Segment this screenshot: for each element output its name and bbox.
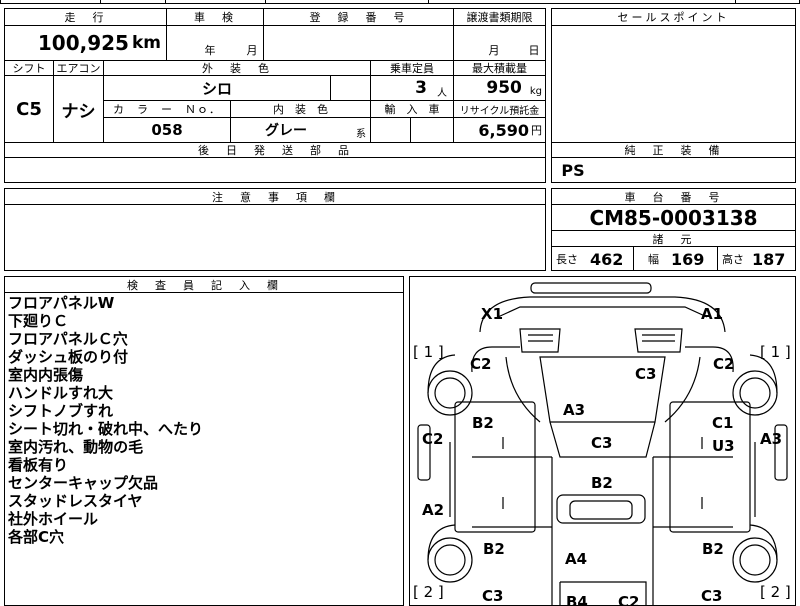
inspector-note: シフトノブすれ — [8, 402, 114, 420]
transfer-day-unit: 日 — [528, 44, 540, 57]
spec-width-cell: 幅 169 — [634, 247, 717, 271]
max-load-value: 950 — [486, 78, 522, 98]
transfer-doc-header: 譲渡書類期限 — [466, 11, 533, 24]
mileage-header: 走 行 — [64, 11, 107, 24]
inspection-month-unit: 月 — [246, 44, 258, 57]
interior-color-header: 内 装 色 — [273, 103, 328, 116]
bracket-right-2: [ 2 ] — [760, 583, 791, 601]
aircon-value: ナシ — [61, 101, 96, 122]
genuine-equipment-value: PS — [561, 160, 585, 180]
spec-height-value: 187 — [752, 249, 786, 269]
damage-mark-c3-bottom-left: C3 — [482, 587, 504, 605]
damage-mark-a3-center: A3 — [563, 401, 586, 419]
damage-mark-b2-rear-left: B2 — [483, 540, 505, 558]
capacity-value: 3 — [415, 78, 427, 98]
damage-mark-b2-rear-right: B2 — [702, 540, 724, 558]
vehicle-diagram: [ 1 ] [ 1 ] [ 2 ] [ 2 ] X1 A1 C2 C2 C3 A… — [409, 276, 796, 606]
recycle-fee-value: 6,590 — [478, 120, 529, 140]
chassis-value: CM85-0003138 — [589, 205, 758, 230]
damage-mark-c3-bottom-right: C3 — [701, 587, 723, 605]
spec-height-cell: 高さ 187 — [718, 247, 795, 271]
capacity-header: 乗車定員 — [390, 62, 434, 75]
damage-mark-a3-right-side: A3 — [760, 430, 783, 448]
genuine-equipment-header: 純 正 装 備 — [624, 144, 723, 157]
spec-length-value: 462 — [590, 249, 624, 269]
capacity-unit: 人 — [437, 87, 447, 99]
inspector-note: 社外ホイール — [8, 510, 99, 528]
top-strip — [0, 0, 800, 4]
capacity-value-cell: 3 人 — [371, 76, 453, 100]
damage-mark-b2-left-door: B2 — [472, 414, 494, 432]
inspection-year-unit: 年 — [204, 44, 216, 57]
inspector-note: 看板有り — [8, 456, 69, 474]
chassis-header: 車 台 番 号 — [624, 190, 723, 204]
damage-mark-c2-front-left: C2 — [470, 355, 492, 373]
spec-height-label: 高さ — [722, 253, 744, 266]
exterior-color-header: 外 装 色 — [202, 62, 272, 75]
bracket-left-1: [ 1 ] — [413, 343, 444, 361]
inspector-note: 室内汚れ、動物の毛 — [8, 438, 144, 456]
specs-header: 諸 元 — [652, 232, 695, 246]
inspector-note: センターキャップ欠品 — [8, 474, 159, 492]
color-no-value: 058 — [151, 121, 183, 139]
import-car-header: 輸 入 車 — [384, 103, 440, 116]
max-load-value-cell: 950 kg — [454, 76, 545, 100]
inspector-note: ハンドルすれ大 — [8, 384, 114, 402]
inspector-note: シート切れ・破れ中、へたり — [8, 420, 204, 438]
inspector-note: 下廻りＣ — [8, 312, 69, 330]
exterior-color-value: シロ — [201, 79, 232, 98]
inspector-note: スタッドレスタイヤ — [8, 492, 143, 510]
shift-header: シフト — [12, 62, 46, 75]
mileage-unit: km — [131, 33, 161, 53]
sales-point-header: セールスポイント — [617, 11, 730, 24]
recycle-fee-value-cell: 6,590 円 — [454, 118, 545, 142]
inspector-note: 各部C穴 — [8, 528, 65, 546]
cautions-header: 注 意 事 項 欄 — [212, 190, 338, 204]
damage-mark-c1-right: C1 — [712, 414, 734, 432]
transfer-month-unit: 月 — [488, 44, 500, 57]
inspector-note: 室内内張傷 — [8, 366, 84, 384]
spec-length-cell: 長さ 462 — [552, 247, 633, 271]
spec-width-label: 幅 — [648, 253, 659, 266]
inspector-notes: フロアパネルW 下廻りＣ フロアパネルＣ穴 ダッシュ板のり付 室内内張傷 ハンド… — [8, 294, 398, 546]
inspector-note: ダッシュ板のり付 — [8, 348, 129, 366]
damage-mark-c2-left-side: C2 — [422, 430, 444, 448]
spec-width-value: 169 — [671, 249, 705, 269]
interior-color-suffix: 系 — [356, 128, 366, 140]
bracket-right-1: [ 1 ] — [760, 343, 791, 361]
max-load-unit: kg — [529, 85, 542, 97]
inspector-header: 検 査 員 記 入 欄 — [127, 278, 281, 292]
inspector-note: フロアパネルW — [8, 294, 115, 312]
bracket-left-2: [ 2 ] — [413, 583, 444, 601]
aircon-header: エアコン — [56, 62, 101, 75]
mileage-value: 100,925 km — [5, 26, 165, 60]
registration-header: 登 録 番 号 — [309, 11, 408, 24]
later-parts-header: 後 日 発 送 部 品 — [198, 144, 352, 157]
color-no-header: カ ラ ー Ｎｏ． — [113, 103, 221, 116]
recycle-fee-unit: 円 — [531, 124, 542, 137]
damage-mark-a4-rear: A4 — [565, 550, 588, 568]
shift-value: C5 — [16, 98, 42, 120]
recycle-fee-header: リサイクル預託金 — [459, 105, 540, 117]
inspection-header: 車 検 — [194, 11, 236, 24]
spec-length-label: 長さ — [556, 253, 578, 266]
mileage-number: 100,925 — [37, 31, 129, 55]
max-load-header: 最大積載量 — [472, 62, 527, 75]
damage-mark-c3-roof: C3 — [635, 365, 657, 383]
damage-mark-c3-center: C3 — [591, 434, 613, 452]
inspector-note: フロアパネルＣ穴 — [8, 330, 128, 348]
damage-mark-u3-right: U3 — [712, 437, 735, 455]
damage-mark-c2-front-right: C2 — [713, 355, 735, 373]
damage-mark-x1: X1 — [481, 305, 504, 323]
interior-color-value: グレー — [265, 123, 307, 139]
damage-mark-a1: A1 — [701, 305, 724, 323]
damage-mark-b2-center: B2 — [591, 474, 613, 492]
damage-mark-a2-left: A2 — [422, 501, 445, 519]
